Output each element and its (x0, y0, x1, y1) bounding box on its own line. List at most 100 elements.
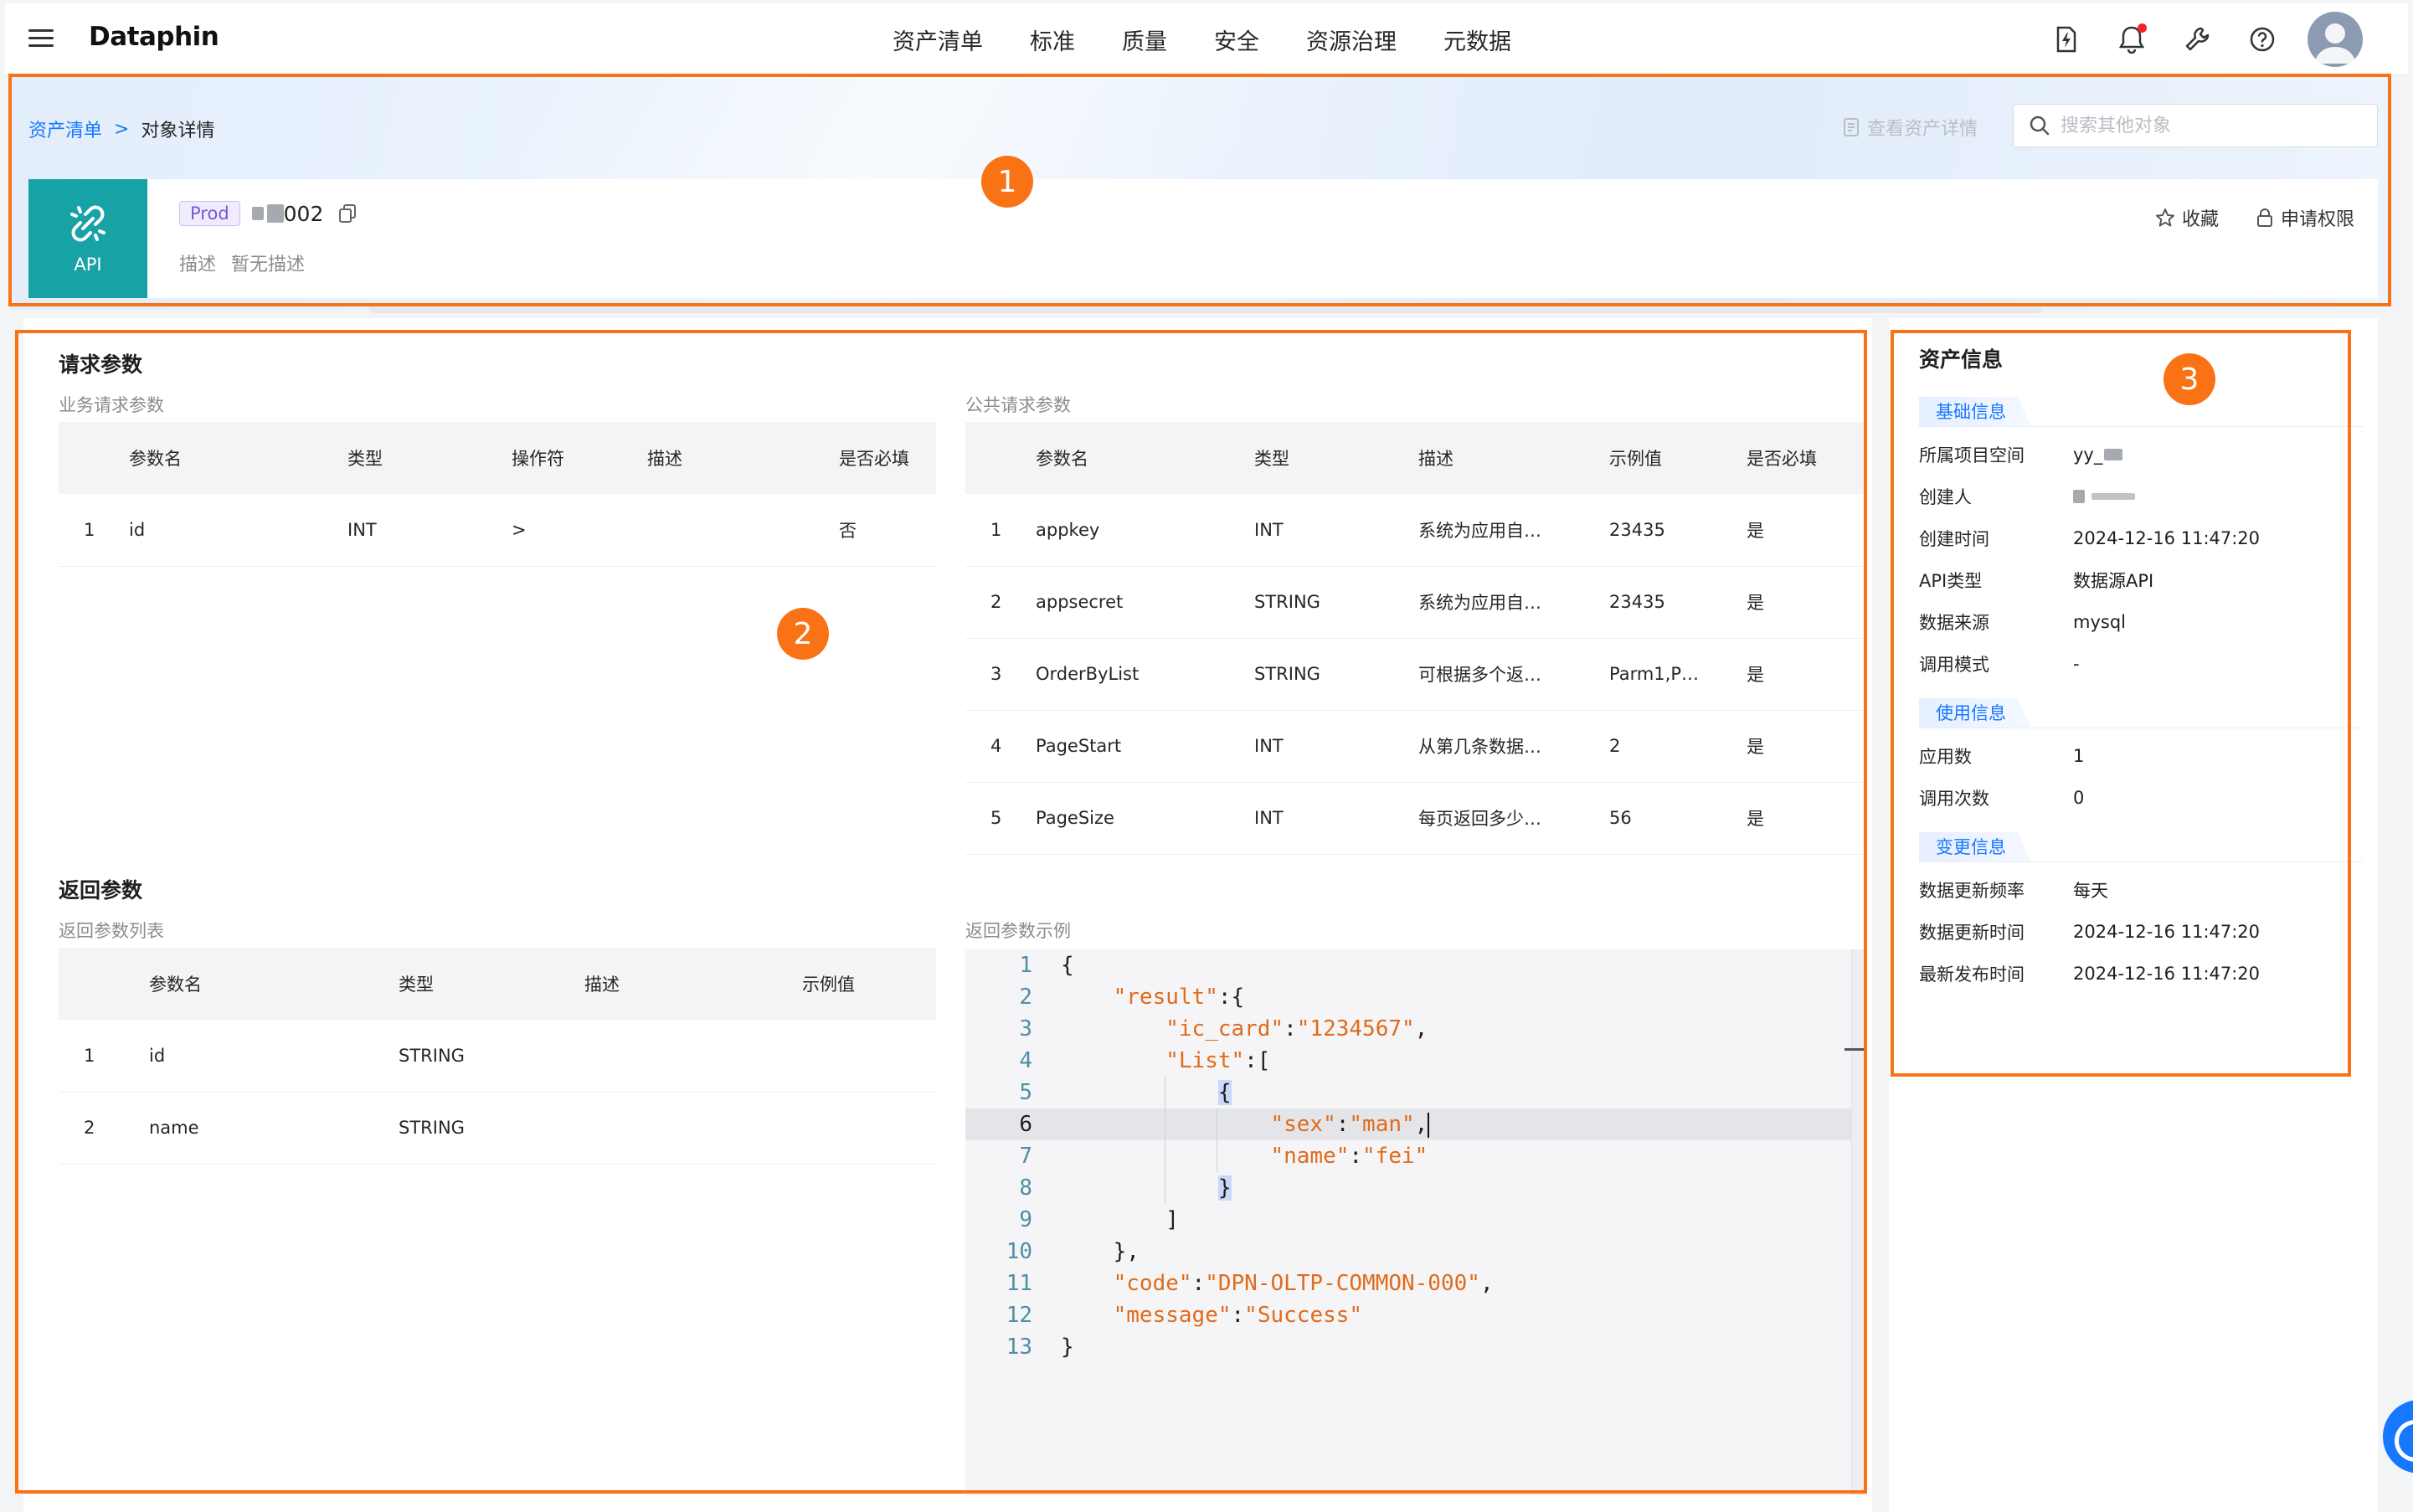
code-line: 10 }, (1006, 1239, 1140, 1264)
table-cell: id (129, 494, 347, 567)
table-cell: appkey (1036, 494, 1254, 567)
table-cell (584, 1020, 802, 1093)
column-header (59, 948, 149, 1020)
search-other-objects[interactable] (2013, 104, 2378, 147)
favorite-button[interactable]: 收藏 (2155, 204, 2219, 231)
nav-security[interactable]: 安全 (1214, 23, 1259, 56)
user-avatar[interactable] (2308, 12, 2363, 67)
code-line: 2 "result":{ (1019, 985, 1245, 1010)
table-cell: 1 (59, 494, 129, 567)
table-cell: INT (347, 494, 512, 567)
table-cell (647, 494, 839, 567)
table-cell: INT (1254, 710, 1418, 783)
table-cell: 4 (965, 710, 1036, 783)
table-header-row: 参数名 类型 描述 示例值 是否必填 (965, 422, 1866, 494)
lightning-tag-icon[interactable] (2046, 19, 2086, 59)
code-scrollbar[interactable] (1851, 949, 1866, 1495)
table-cell: 23435 (1609, 494, 1747, 567)
kv-update-time: 数据更新时间 2024-12-16 11:47:20 (1919, 922, 2261, 943)
table-cell: PageSize (1036, 782, 1254, 855)
document-icon (1844, 118, 1859, 136)
table-row: 3 OrderByList STRING 可根据多个返… Parm1,P… 是 (965, 638, 1866, 711)
code-overview-marker (1844, 1048, 1865, 1051)
table-cell: 是 (1747, 566, 1866, 639)
code-line: 11 "code":"DPN-OLTP-COMMON-000", (1006, 1271, 1494, 1296)
nav-metadata[interactable]: 元数据 (1443, 23, 1511, 56)
lock-icon (2256, 208, 2272, 227)
response-example-code-editor[interactable]: 1{ 2 "result":{ 3 "ic_card":"1234567", 4… (965, 949, 1866, 1495)
star-icon (2155, 208, 2174, 227)
table-cell: 2 (1609, 710, 1747, 783)
wrench-icon[interactable] (2177, 19, 2217, 59)
table-row: 4 PageStart INT 从第几条数据… 2 是 (965, 710, 1866, 783)
description-label: 描述 (179, 255, 217, 275)
request-params-title: 请求参数 (59, 352, 143, 377)
code-line: 7 "name":"fei" (1019, 1144, 1428, 1169)
table-cell: STRING (1254, 638, 1418, 711)
table-cell: STRING (399, 1092, 584, 1165)
table-cell: Parm1,P… (1609, 638, 1747, 711)
breadcrumb-separator: > (114, 118, 130, 140)
search-input[interactable] (2061, 115, 2362, 136)
nav-quality[interactable]: 质量 (1122, 23, 1167, 56)
kv-call-count: 调用次数 0 (1919, 788, 2085, 809)
kv-created-time: 创建时间 2024-12-16 11:47:20 (1919, 528, 2261, 549)
kv-publish-time: 最新发布时间 2024-12-16 11:47:20 (1919, 964, 2261, 985)
public-request-params-subtitle: 公共请求参数 (965, 395, 1071, 415)
column-header: 操作符 (512, 422, 647, 494)
table-cell: OrderByList (1036, 638, 1254, 711)
nav-resource-governance[interactable]: 资源治理 (1306, 23, 1397, 56)
table-cell: 1 (59, 1020, 149, 1093)
table-row: 2 appsecret STRING 系统为应用自… 23435 是 (965, 566, 1866, 639)
table-cell: 3 (965, 638, 1036, 711)
floating-assistant-button[interactable] (2383, 1400, 2413, 1473)
column-header: 描述 (1418, 422, 1609, 494)
object-name-suffix: 002 (283, 201, 324, 226)
redacted-text (266, 204, 284, 223)
code-line: 1{ (1019, 953, 1074, 978)
redacted-text (2073, 490, 2085, 503)
hamburger-menu-icon[interactable] (27, 24, 55, 54)
nav-asset-list[interactable]: 资产清单 (893, 23, 983, 56)
table-cell: 1 (965, 494, 1036, 567)
api-params-panel: 请求参数 业务请求参数 参数名 类型 操作符 描述 是否必填 1 id INT … (23, 318, 1872, 1512)
dataphin-logo[interactable]: Dataphin (89, 22, 219, 52)
column-header: 描述 (584, 948, 802, 1020)
horizontal-scroll-indicator[interactable] (368, 303, 2043, 313)
column-header: 示例值 (802, 948, 936, 1020)
table-cell: 56 (1609, 782, 1747, 855)
column-header: 参数名 (149, 948, 399, 1020)
bell-icon[interactable] (2112, 19, 2152, 59)
view-asset-detail-link[interactable]: 查看资产详情 (1842, 114, 1978, 141)
annotation-badge-1: 1 (981, 156, 1033, 208)
column-header: 类型 (399, 948, 584, 1020)
table-cell: > (512, 494, 647, 567)
code-line: 5 { (1019, 1080, 1232, 1105)
link-icon (70, 205, 105, 242)
nav-standard[interactable]: 标准 (1030, 23, 1075, 56)
table-row: 1 id STRING (59, 1020, 936, 1093)
breadcrumb-asset-list[interactable]: 资产清单 (28, 116, 102, 142)
copy-icon[interactable] (338, 203, 357, 224)
redacted-text (2104, 449, 2123, 460)
table-cell: STRING (1254, 566, 1418, 639)
biz-request-params-subtitle: 业务请求参数 (59, 395, 164, 415)
table-cell: 从第几条数据… (1418, 710, 1609, 783)
code-line-active: 6 "sex":"man", (965, 1108, 1866, 1140)
help-icon[interactable] (2242, 19, 2282, 59)
biz-request-params-table: 参数名 类型 操作符 描述 是否必填 1 id INT > 否 (59, 422, 936, 567)
table-cell: 每页返回多少… (1418, 782, 1609, 855)
table-row: 2 name STRING (59, 1092, 936, 1165)
notification-dot (2138, 23, 2147, 33)
code-line: 9 ] (1019, 1207, 1179, 1232)
kv-api-type: API类型 数据源API (1919, 571, 2154, 591)
project-space-value: yy_ (2073, 445, 2103, 465)
breadcrumb: 资产清单 > 对象详情 (28, 116, 214, 142)
description-value: 暂无描述 (231, 255, 306, 275)
table-cell: 否 (839, 494, 936, 567)
table-cell: 系统为应用自… (1418, 566, 1609, 639)
apply-permission-button[interactable]: 申请权限 (2256, 204, 2354, 231)
column-header: 描述 (647, 422, 839, 494)
column-header: 是否必填 (839, 422, 936, 494)
search-icon (2030, 116, 2050, 136)
